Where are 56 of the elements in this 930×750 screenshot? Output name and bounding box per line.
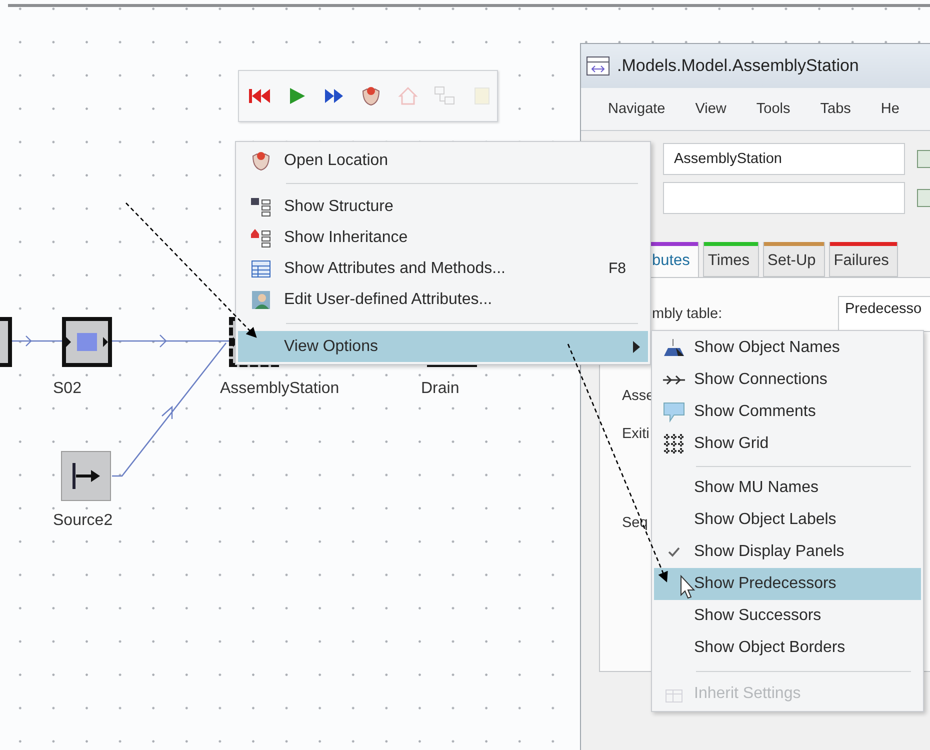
menu-item[interactable]: Show Successors	[654, 600, 921, 632]
menu-item[interactable]: Show Grid	[654, 428, 921, 460]
node-label: Drain	[421, 380, 460, 398]
checkbox[interactable]	[917, 150, 930, 168]
window-title: .Models.Model.AssemblyStation	[617, 56, 859, 76]
station-icon	[66, 330, 108, 354]
text-field[interactable]	[663, 182, 905, 214]
note-icon	[472, 86, 490, 106]
menu-item[interactable]: Show Object Borders	[654, 632, 921, 664]
rewind-icon	[248, 88, 270, 104]
text-field[interactable]: AssemblyStation	[663, 143, 905, 175]
node-label: Source2	[53, 512, 113, 530]
menu-item[interactable]: Show Attributes and Methods... F8	[238, 253, 648, 284]
structure-icon	[250, 196, 272, 216]
home-icon	[398, 86, 418, 106]
node-label: S02	[53, 380, 82, 398]
node-label: AssemblyStation	[220, 380, 340, 398]
menu-item[interactable]: Show MU Names	[654, 472, 921, 504]
menu-item[interactable]: View Options	[238, 331, 648, 362]
form-label: Exiti	[622, 426, 650, 442]
speech-bubble-icon	[662, 401, 686, 423]
inheritance-icon	[250, 228, 272, 248]
user-icon	[251, 290, 271, 310]
menu-item[interactable]: Open Location	[238, 145, 648, 176]
table-icon	[251, 260, 271, 278]
play-icon	[288, 87, 306, 105]
menu-item[interactable]: Show Object Names	[654, 332, 921, 364]
menu-item[interactable]: Show Connections	[654, 364, 921, 396]
menu-item[interactable]: Tabs	[805, 101, 866, 117]
window-icon	[586, 56, 610, 76]
tab[interactable]: Failures	[828, 242, 898, 277]
shortcut-label: F8	[608, 260, 626, 277]
structure-icon	[434, 86, 456, 106]
menu-item[interactable]: View	[680, 101, 742, 117]
form-label: Seq	[622, 515, 648, 531]
mouse-cursor-icon	[680, 574, 696, 599]
fast-forward-icon	[324, 88, 344, 104]
form-label: mbly table:	[652, 306, 722, 322]
menu-item[interactable]: Show Predecessors	[654, 568, 921, 600]
menu-item[interactable]: Edit User-defined Attributes...	[238, 284, 648, 315]
grid-icon	[663, 433, 685, 455]
menu-item[interactable]: Show Display Panels	[654, 536, 921, 568]
menu-item[interactable]: Show Object Labels	[654, 504, 921, 536]
menu-item[interactable]: He	[866, 101, 914, 117]
checkbox[interactable]	[917, 189, 930, 207]
tab[interactable]: Set-Up	[762, 242, 825, 277]
menu-item[interactable]: Navigate	[593, 101, 680, 117]
menu-item[interactable]: Show Inheritance	[238, 222, 648, 253]
menu-item[interactable]: Show Structure	[238, 191, 648, 222]
menu-item[interactable]: Show Comments	[654, 396, 921, 428]
dropdown-field[interactable]: Predecesso	[838, 296, 930, 332]
tab[interactable]: Times	[702, 242, 759, 277]
submenu-arrow-icon	[633, 340, 640, 352]
connector-icon	[662, 374, 686, 386]
menu-item[interactable]: Tools	[741, 101, 806, 117]
station-node	[0, 317, 12, 367]
